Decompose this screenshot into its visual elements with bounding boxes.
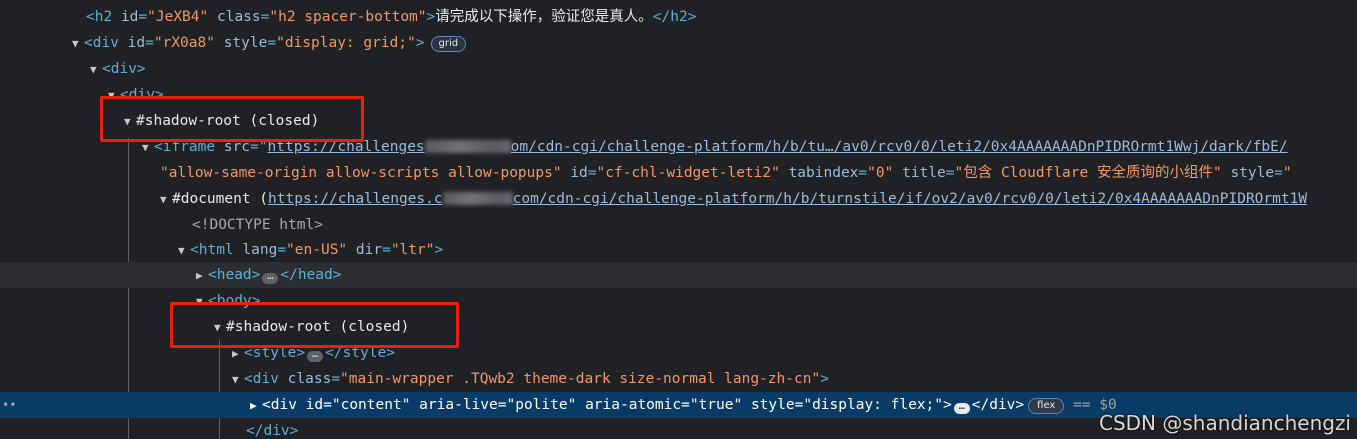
ellipsis-button[interactable]: … (953, 402, 970, 414)
ellipsis-button[interactable]: … (307, 350, 324, 362)
attr-name: id (120, 9, 139, 25)
row-actions-dots[interactable]: •• (0, 392, 16, 418)
dom-node-div-grid[interactable]: ▼ <div id="rX0a8" style="display: grid;">… (0, 30, 1357, 56)
triangle-down-icon[interactable]: ▼ (160, 187, 172, 213)
flex-badge[interactable]: flex (1028, 398, 1065, 414)
redacted-region (424, 140, 511, 153)
triangle-right-icon[interactable]: ▶ (250, 393, 262, 419)
attr-value: "h2 spacer-bottom" (269, 9, 427, 25)
triangle-down-icon[interactable]: ▼ (90, 57, 102, 83)
triangle-right-icon[interactable]: ▶ (196, 263, 208, 289)
document-link[interactable]: com/cdn-cgi/challenge-platform/h/b/turns… (513, 191, 1307, 207)
triangle-down-icon[interactable]: ▼ (232, 367, 244, 393)
attr-value: "JeXB4" (147, 9, 209, 25)
attr-name: class (216, 9, 261, 25)
highlight-box-shadow-root-2 (170, 302, 459, 348)
src-link[interactable]: om/cdn-cgi/challenge-platform/h/b/tu…/av… (511, 139, 1288, 155)
tag-open: < (86, 9, 95, 25)
doctype-node[interactable]: <!DOCTYPE html> (0, 212, 1357, 238)
highlight-box-shadow-root-1 (100, 96, 364, 142)
ellipsis-button[interactable]: … (262, 272, 279, 284)
grid-badge[interactable]: grid (430, 36, 467, 52)
document-node[interactable]: ▼ #document (https://challenges.c com/cdn-… (0, 186, 1357, 212)
dom-node-head[interactable]: ▶ <head>… </head> (0, 262, 1357, 288)
dom-node-html[interactable]: ▼ <html lang="en-US" dir="ltr"> (0, 237, 1357, 263)
tag-close: </h2> (652, 9, 697, 25)
triangle-down-icon[interactable]: ▼ (178, 238, 190, 264)
watermark: CSDN @shandianchengzi (1099, 411, 1351, 435)
elements-panel: <h2 id="JeXB4" class="h2 spacer-bottom">… (0, 0, 1357, 439)
dom-node-main-wrapper[interactable]: ▼ <div class="main-wrapper .TQwb2 theme-d… (0, 366, 1357, 392)
redacted-region (442, 192, 513, 205)
dom-node-h2[interactable]: <h2 id="JeXB4" class="h2 spacer-bottom">… (0, 4, 1357, 30)
dom-node-iframe-attrs[interactable]: "allow-same-origin allow-scripts allow-p… (0, 160, 1357, 186)
tag-name: h2 (94, 9, 113, 25)
text-node: 请完成以下操作，验证您是真人。 (435, 9, 653, 25)
document-link[interactable]: https://challenges.c (268, 191, 443, 207)
dom-node-div[interactable]: ▼ <div> (0, 56, 1357, 82)
document-label: #document ( (172, 191, 269, 207)
triangle-down-icon[interactable]: ▼ (72, 31, 84, 57)
